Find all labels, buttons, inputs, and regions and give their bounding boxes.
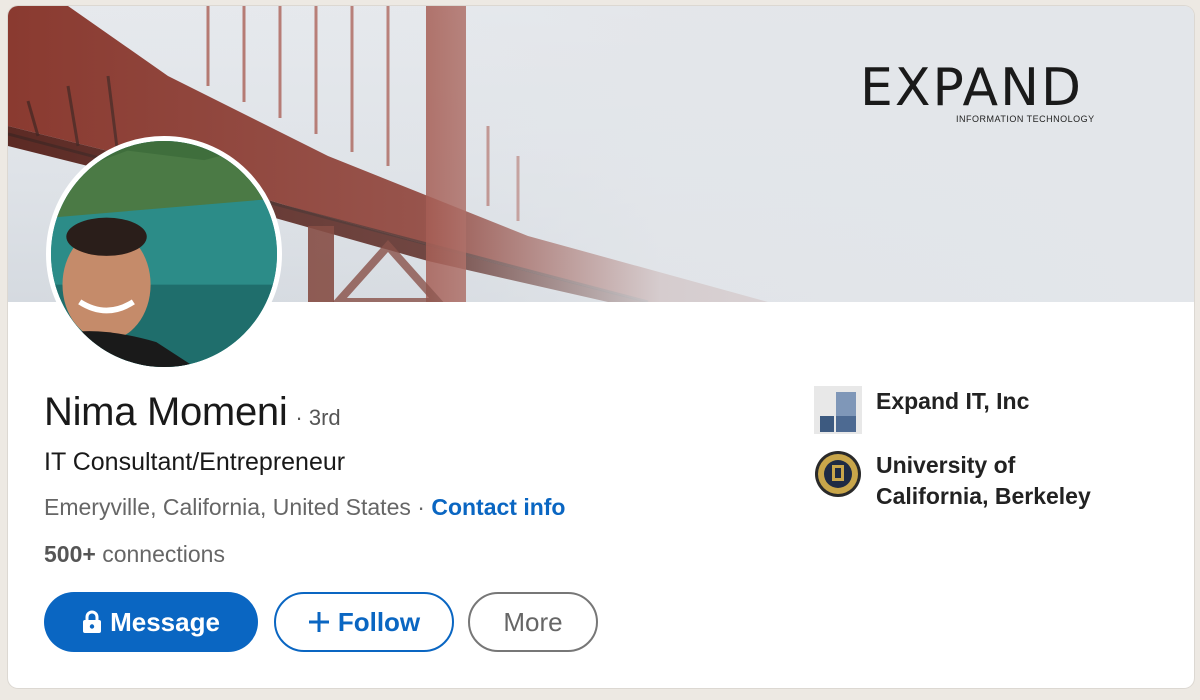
- plus-icon: [308, 611, 330, 633]
- connections-count-row[interactable]: 500+ connections: [44, 541, 225, 568]
- avatar-photo: [51, 141, 277, 367]
- expand-brand-logo: EXPAND INFORMATION TECHNOLOGY: [860, 60, 1150, 130]
- connection-degree: · 3rd: [295, 405, 341, 430]
- contact-info-link[interactable]: Contact info: [431, 494, 565, 520]
- follow-button[interactable]: Follow: [274, 592, 454, 652]
- university-seal-icon: [814, 450, 862, 498]
- more-button[interactable]: More: [468, 592, 598, 652]
- university-name-line1: University of: [876, 452, 1016, 478]
- location-row: Emeryville, California, United States · …: [44, 494, 565, 521]
- university-name-line2: California, Berkeley: [876, 483, 1091, 509]
- company-logo-icon: [814, 386, 862, 434]
- lock-icon: [82, 610, 102, 634]
- message-button[interactable]: Message: [44, 592, 258, 652]
- brand-tagline: INFORMATION TECHNOLOGY: [956, 114, 1095, 124]
- experience-education[interactable]: University of California, Berkeley: [814, 450, 1091, 512]
- experience-company[interactable]: Expand IT, Inc: [814, 386, 1029, 434]
- profile-name-row: Nima Momeni · 3rd: [44, 390, 341, 435]
- profile-headline: IT Consultant/Entrepreneur: [44, 448, 346, 476]
- university-name: University of California, Berkeley: [876, 450, 1091, 512]
- connections-label: connections: [95, 541, 225, 567]
- more-button-label: More: [503, 606, 563, 637]
- profile-name: Nima Momeni: [44, 390, 288, 434]
- follow-button-label: Follow: [337, 606, 421, 637]
- company-name: Expand IT, Inc: [876, 388, 1030, 414]
- location-separator: ·: [410, 494, 432, 520]
- brand-wordmark: EXPAND: [860, 58, 1084, 118]
- profile-card: EXPAND INFORMATION TECHNOLOGY Nima Momen…: [8, 6, 1194, 688]
- profile-avatar[interactable]: [46, 136, 282, 372]
- profile-location: Emeryville, California, United States: [44, 494, 411, 520]
- message-button-label: Message: [110, 606, 220, 637]
- connections-count: 500+: [44, 541, 96, 567]
